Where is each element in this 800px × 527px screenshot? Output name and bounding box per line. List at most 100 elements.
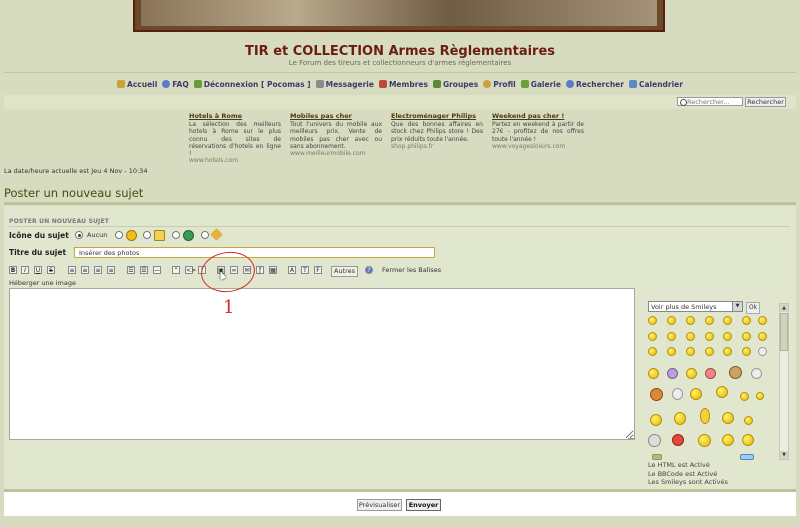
smiley-icon[interactable] [722, 412, 734, 424]
align-justify-icon[interactable]: ≡ [107, 266, 115, 274]
ad-title[interactable]: Hotels à Rome [189, 112, 281, 120]
smiley-icon[interactable] [740, 392, 749, 401]
smiley-icon[interactable] [648, 368, 659, 379]
strike-button[interactable]: S [47, 266, 55, 274]
smiley-ok-button[interactable]: Ok [746, 302, 760, 314]
underline-button[interactable]: U [34, 266, 42, 274]
smiley-icon[interactable] [650, 414, 662, 426]
submit-button[interactable]: Envoyer [406, 499, 441, 511]
preview-button[interactable]: Prévisualiser [357, 499, 402, 511]
ad-block[interactable]: Mobiles pas cher Tout l'univers du mobil… [290, 112, 382, 157]
close-tags-button[interactable]: Fermer les Balises [382, 266, 441, 274]
numbered-list-icon[interactable]: ☰ [140, 266, 148, 274]
scroll-thumb[interactable] [780, 313, 788, 351]
ad-block[interactable]: Weekend pas cher ! Partez en weekend à p… [492, 112, 584, 150]
nav-accueil[interactable]: Accueil [117, 80, 157, 89]
search-button[interactable]: Rechercher [745, 97, 786, 107]
smiley-icon[interactable] [758, 316, 767, 325]
scroll-up-icon[interactable]: ▲ [780, 304, 788, 312]
icon-radio-none[interactable] [75, 231, 83, 239]
ad-block[interactable]: Electroménager Philips Que des bonnes af… [391, 112, 483, 150]
smiley-icon[interactable] [742, 347, 751, 356]
smiley-icon[interactable] [667, 316, 676, 325]
smiley-icon[interactable] [705, 316, 714, 325]
smiley-icon[interactable] [729, 366, 742, 379]
hr-icon[interactable]: — [153, 266, 161, 274]
icon-radio[interactable] [172, 231, 180, 239]
smiley-icon[interactable] [756, 392, 764, 400]
smiley-icon[interactable] [672, 388, 683, 400]
italic-button[interactable]: I [21, 266, 29, 274]
smiley-icon[interactable] [686, 368, 697, 379]
smiley-icon[interactable] [650, 388, 663, 401]
nav-faq[interactable]: FAQ [162, 80, 189, 89]
smiley-icon[interactable] [705, 347, 714, 356]
smiley-icon[interactable] [742, 434, 754, 446]
nav-galerie[interactable]: Galerie [520, 80, 561, 89]
smiley-icon[interactable] [723, 347, 732, 356]
smiley-icon[interactable] [648, 434, 661, 447]
smiley-icon[interactable] [705, 332, 714, 341]
scroll-down-icon[interactable]: ▼ [780, 451, 788, 459]
smiley-icon[interactable] [690, 388, 702, 400]
smiley-icon[interactable] [648, 347, 657, 356]
nav-messagerie[interactable]: Messagerie [315, 80, 374, 89]
smiley-icon[interactable] [686, 347, 695, 356]
icon-radio[interactable] [201, 231, 209, 239]
quote-icon[interactable]: “ [172, 266, 180, 274]
autres-button[interactable]: Autres [331, 266, 359, 277]
code-icon[interactable]: <> [185, 266, 196, 274]
ad-title[interactable]: Mobiles pas cher [290, 112, 382, 120]
smiley-icon[interactable] [648, 332, 657, 341]
subject-input[interactable] [74, 247, 435, 258]
smiley-icon[interactable] [723, 316, 732, 325]
smiley-icon[interactable] [722, 434, 734, 446]
list-icon[interactable]: ☰ [127, 266, 135, 274]
ad-title[interactable]: Weekend pas cher ! [492, 112, 584, 120]
smiley-icon[interactable] [700, 408, 710, 424]
smiley-select[interactable]: Voir plus de Smileys ▼ [648, 301, 743, 312]
ad-url[interactable]: www.voyagesloisirs.com [492, 143, 584, 150]
smiley-icon[interactable] [652, 454, 662, 460]
smiley-icon[interactable] [742, 332, 751, 341]
ad-block[interactable]: Hotels à Rome La sélection des meilleurs… [189, 112, 281, 164]
icon-radio[interactable] [143, 231, 151, 239]
size-icon[interactable]: T [301, 266, 309, 274]
smiley-icon[interactable] [648, 316, 657, 325]
smiley-icon[interactable] [667, 347, 676, 356]
bold-button[interactable]: B [9, 266, 17, 274]
forum-title[interactable]: TIR et COLLECTION Armes Règlementaires [0, 44, 800, 59]
align-right-icon[interactable]: ≡ [94, 266, 102, 274]
smiley-icon[interactable] [698, 434, 711, 447]
help-icon[interactable]: ? [365, 266, 373, 274]
smiley-icon[interactable] [758, 332, 767, 341]
nav-membres[interactable]: Membres [378, 80, 428, 89]
ad-url[interactable]: www.meilleurmobile.com [290, 150, 382, 157]
nav-rechercher[interactable]: Rechercher [565, 80, 624, 89]
ad-url[interactable]: shop.philips.fr [391, 143, 483, 150]
align-center-icon[interactable]: ≡ [81, 266, 89, 274]
smiley-icon[interactable] [716, 386, 728, 398]
ad-url[interactable]: www.hotels.com [189, 157, 281, 164]
resize-grip[interactable] [628, 432, 635, 439]
smiley-icon[interactable] [705, 368, 716, 379]
font-icon[interactable]: F [314, 266, 322, 274]
video-icon[interactable]: ▦ [269, 266, 277, 274]
nav-profil[interactable]: Profil [483, 80, 516, 89]
smiley-icon[interactable] [686, 316, 695, 325]
nav-deconnexion[interactable]: Déconnexion [ Pocomas ] [193, 80, 311, 89]
smiley-icon[interactable] [758, 347, 767, 356]
ad-title[interactable]: Electroménager Philips [391, 112, 483, 120]
host-image-link[interactable]: Héberger une image [9, 279, 76, 287]
flash-icon[interactable]: ƒ [256, 266, 264, 274]
smiley-icon[interactable] [744, 416, 753, 425]
smiley-icon[interactable] [674, 412, 686, 425]
smiley-icon[interactable] [686, 332, 695, 341]
smiley-icon[interactable] [667, 332, 676, 341]
smiley-icon[interactable] [672, 434, 684, 446]
smiley-icon[interactable] [742, 316, 751, 325]
align-left-icon[interactable]: ≡ [68, 266, 76, 274]
smiley-icon[interactable] [740, 454, 754, 460]
smiley-icon[interactable] [751, 368, 762, 379]
color-icon[interactable]: A [288, 266, 296, 274]
